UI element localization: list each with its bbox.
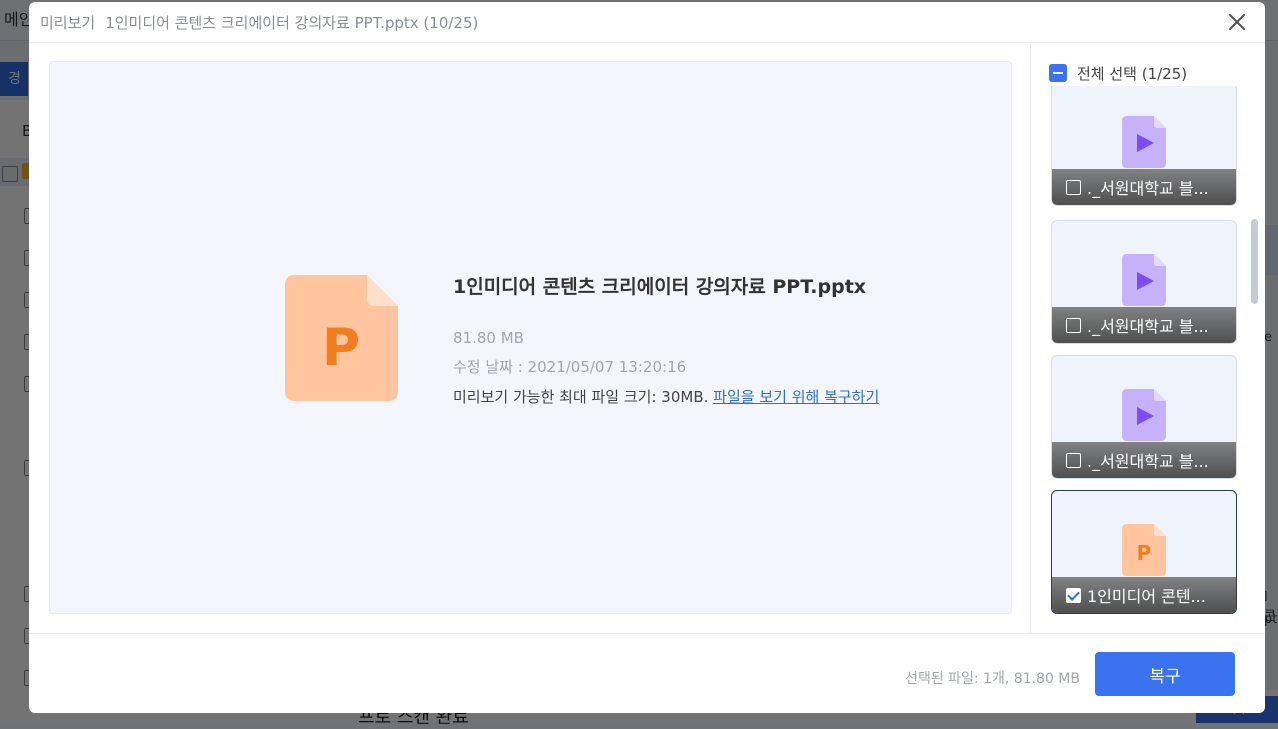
thumbnail-label: ._서원대학교 블... bbox=[1087, 179, 1209, 198]
thumbnail-label: 1인미디어 콘텐... bbox=[1087, 587, 1206, 606]
modal-footer: 선택된 파일: 1개, 81.80 MB 복구 bbox=[29, 633, 1265, 713]
thumbnail-scrollbar[interactable] bbox=[1251, 219, 1258, 304]
thumbnail-list: ._서원대학교 블... ._서원대학교 블... ._서원대학교 블... P… bbox=[1051, 86, 1237, 616]
close-button[interactable] bbox=[1223, 8, 1251, 36]
thumbnail-label: ._서원대학교 블... bbox=[1087, 317, 1209, 336]
thumbnail-item-selected[interactable]: P 1인미디어 콘텐... bbox=[1051, 490, 1237, 614]
select-all[interactable]: 전체 선택 (1/25) bbox=[1049, 62, 1187, 84]
recover-to-view-link[interactable]: 파일을 보기 위해 복구하기 bbox=[713, 388, 879, 406]
video-file-icon bbox=[1122, 389, 1166, 441]
close-icon bbox=[1229, 14, 1245, 30]
sidebar-divider bbox=[1030, 43, 1031, 633]
video-file-icon bbox=[1122, 116, 1166, 168]
thumbnail-ppt-letter: P bbox=[1137, 541, 1152, 565]
preview-modal: 미리보기 1인미디어 콘텐츠 크리에이터 강의자료 PPT.pptx (10/25… bbox=[29, 2, 1265, 713]
thumbnail-caption: ._서원대학교 블... bbox=[1052, 442, 1236, 478]
preview-panel: P 1인미디어 콘텐츠 크리에이터 강의자료 PPT.pptx 81.80 MB… bbox=[49, 61, 1012, 614]
file-info: 1인미디어 콘텐츠 크리에이터 강의자료 PPT.pptx 81.80 MB 수… bbox=[453, 272, 993, 407]
file-modified-date: 수정 날짜 : 2021/05/07 13:20:16 bbox=[453, 358, 687, 376]
video-file-icon bbox=[1122, 254, 1166, 306]
modal-title: 미리보기 1인미디어 콘텐츠 크리에이터 강의자료 PPT.pptx (10/25… bbox=[40, 12, 478, 33]
modal-header: 미리보기 1인미디어 콘텐츠 크리에이터 강의자료 PPT.pptx (10/25… bbox=[29, 2, 1265, 43]
select-all-checkbox[interactable] bbox=[1049, 64, 1067, 82]
modal-title-file: 1인미디어 콘텐츠 크리에이터 강의자료 PPT.pptx (10/25) bbox=[105, 14, 479, 32]
thumbnail-caption: 1인미디어 콘텐... bbox=[1052, 577, 1236, 613]
thumbnail-caption: ._서원대학교 블... bbox=[1052, 307, 1236, 343]
thumbnail-checkbox[interactable] bbox=[1066, 179, 1081, 195]
file-name: 1인미디어 콘텐츠 크리에이터 강의자료 PPT.pptx bbox=[453, 276, 867, 298]
thumbnail-checkbox[interactable] bbox=[1066, 317, 1081, 333]
thumbnail-item[interactable]: ._서원대학교 블... bbox=[1051, 86, 1237, 206]
recover-button[interactable]: 복구 bbox=[1095, 652, 1235, 696]
file-size: 81.80 MB bbox=[453, 329, 524, 347]
preview-limit-text: 미리보기 가능한 최대 파일 크기: 30MB. bbox=[453, 388, 714, 406]
preview-limit-note: 미리보기 가능한 최대 파일 크기: 30MB. 파일을 보기 위해 복구하기 bbox=[453, 386, 993, 407]
ppt-file-icon: P bbox=[1122, 524, 1166, 576]
thumbnail-item[interactable]: ._서원대학교 블... bbox=[1051, 220, 1237, 344]
thumbnail-checkbox-checked[interactable] bbox=[1066, 587, 1081, 603]
ppt-icon-letter: P bbox=[322, 318, 360, 378]
modal-title-prefix: 미리보기 bbox=[40, 14, 96, 32]
ppt-file-icon: P bbox=[285, 275, 398, 401]
select-all-label: 전체 선택 (1/25) bbox=[1077, 64, 1188, 83]
thumbnail-caption: ._서원대학교 블... bbox=[1052, 169, 1236, 205]
thumbnail-label: ._서원대학교 블... bbox=[1087, 452, 1209, 471]
selected-files-info: 선택된 파일: 1개, 81.80 MB bbox=[905, 671, 1080, 687]
thumbnail-item[interactable]: ._서원대학교 블... bbox=[1051, 355, 1237, 479]
thumbnail-checkbox[interactable] bbox=[1066, 452, 1081, 468]
